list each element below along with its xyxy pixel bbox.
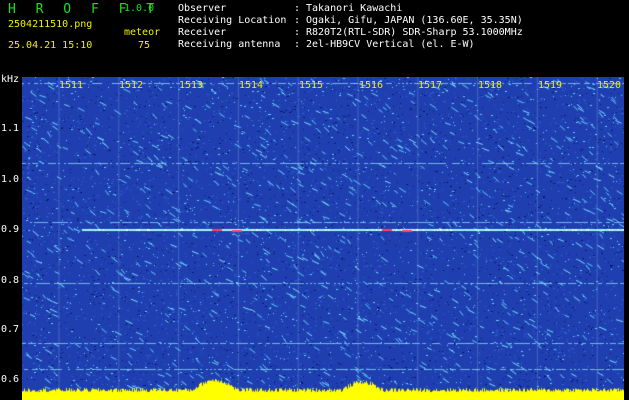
observer-colon: : (294, 3, 301, 14)
location-value: Ogaki, Gifu, JAPAN (136.60E, 35.35N) (306, 15, 523, 26)
y-tick: 1.0 (1, 174, 20, 185)
antenna-value: 2el-HB9CV Vertical (el. E-W) (306, 39, 475, 50)
observer-value: Takanori Kawachi (306, 3, 403, 14)
x-tick: 1516 (359, 80, 384, 91)
y-tick: 0.9 (1, 224, 20, 235)
antenna-label: Receiving antenna (178, 39, 281, 50)
receiver-label: Receiver (178, 27, 227, 38)
location-label: Receiving Location (178, 15, 287, 26)
meteor-count: 75 (138, 40, 151, 51)
y-tick: 0.6 (1, 374, 20, 385)
location-colon: : (294, 15, 301, 26)
antenna-colon: : (294, 39, 301, 50)
x-tick: 1513 (179, 80, 204, 91)
file-name: 2504211510.png (8, 19, 93, 30)
receiver-value: R820T2(RTL-SDR) SDR-Sharp 53.1000MHz (306, 27, 523, 38)
meteor-label: meteor (124, 27, 161, 38)
x-tick: 1511 (59, 80, 84, 91)
y-tick: 0.7 (1, 324, 20, 335)
x-tick: 1520 (597, 80, 622, 91)
y-tick: 0.8 (1, 275, 20, 286)
x-tick: 1517 (418, 80, 443, 91)
observer-label: Observer (178, 3, 227, 14)
spectrogram-canvas (22, 77, 624, 400)
x-tick: 1515 (299, 80, 324, 91)
x-tick: 1518 (478, 80, 503, 91)
x-tick: 1519 (538, 80, 563, 91)
x-tick: 1514 (239, 80, 264, 91)
receiver-colon: : (294, 27, 301, 38)
y-tick: 1.1 (1, 123, 20, 134)
app-version: 1.0.0 (124, 3, 155, 14)
x-tick: 1512 (119, 80, 144, 91)
y-axis-unit: kHz (1, 74, 20, 85)
date-time: 25.04.21 15:10 (8, 40, 93, 51)
